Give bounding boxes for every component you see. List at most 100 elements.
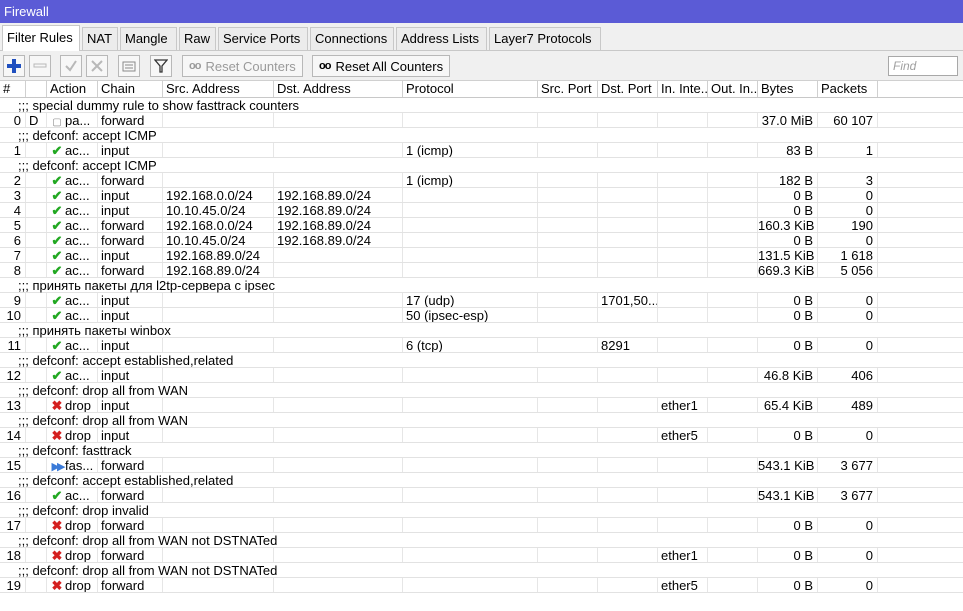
tab-filter-rules[interactable]: Filter Rules bbox=[2, 25, 80, 51]
rule-comment-row[interactable]: ;;; defconf: fasttrack bbox=[0, 443, 963, 458]
tab-mangle[interactable]: Mangle bbox=[120, 27, 177, 50]
table-row[interactable]: 5 ✔ ac... forward 192.168.0.0/24 192.168.89.0… bbox=[0, 218, 963, 233]
enable-button[interactable] bbox=[60, 55, 82, 77]
reset-counters-button[interactable]: oo Reset Counters bbox=[182, 55, 303, 77]
rule-protocol bbox=[403, 428, 538, 442]
table-header: # Action Chain Src. Address Dst. Address… bbox=[0, 81, 963, 98]
table-row[interactable]: 18 ✖ drop forward ether1 0 B0 bbox=[0, 548, 963, 563]
rule-comment-row[interactable]: ;;; принять пакеты для l2tp-сервера с ip… bbox=[0, 278, 963, 293]
table-row[interactable]: 9 ✔ ac... input 17 (udp) 1701,50... 0 B0 bbox=[0, 293, 963, 308]
rule-action: ✔ ac... bbox=[47, 308, 98, 322]
tab-layer7-protocols[interactable]: Layer7 Protocols bbox=[489, 27, 601, 50]
rule-comment-row[interactable]: ;;; defconf: drop all from WAN not DSTNA… bbox=[0, 533, 963, 548]
rule-comment: ;;; defconf: accept established,related bbox=[18, 353, 234, 368]
table-row[interactable]: 16 ✔ ac... forward 543.1 KiB 3 677 bbox=[0, 488, 963, 503]
rule-number: 7 bbox=[0, 248, 26, 262]
rule-chain: forward bbox=[98, 173, 163, 187]
table-row[interactable]: 7 ✔ ac... input 192.168.89.0/24 131.5 KiB 1 61… bbox=[0, 248, 963, 263]
rule-comment-row[interactable]: ;;; defconf: accept ICMP bbox=[0, 158, 963, 173]
rule-flag bbox=[26, 518, 47, 532]
rule-dst-port bbox=[598, 233, 658, 247]
drop-icon: ✖ bbox=[51, 548, 63, 562]
rule-flag bbox=[26, 143, 47, 157]
tab-nat[interactable]: NAT bbox=[82, 27, 118, 50]
column-header-packets[interactable]: Packets bbox=[818, 81, 878, 97]
rule-comment-row[interactable]: ;;; special dummy rule to show fasttrack… bbox=[0, 98, 963, 113]
rule-chain: input bbox=[98, 368, 163, 382]
column-header-chain[interactable]: Chain bbox=[98, 81, 163, 97]
rule-comment-row[interactable]: ;;; defconf: accept established,related bbox=[0, 473, 963, 488]
table-row[interactable]: 2 ✔ ac... forward 1 (icmp) 182 B3 bbox=[0, 173, 963, 188]
check-icon bbox=[65, 60, 77, 72]
search-input[interactable] bbox=[888, 56, 958, 76]
rule-comment-row[interactable]: ;;; defconf: drop all from WAN bbox=[0, 383, 963, 398]
rule-dst-port bbox=[598, 218, 658, 232]
table-row[interactable]: 19 ✖ drop forward ether5 0 B0 bbox=[0, 578, 963, 593]
disable-button[interactable] bbox=[86, 55, 108, 77]
reset-all-counters-button[interactable]: oo Reset All Counters bbox=[312, 55, 451, 77]
column-header-bytes[interactable]: Bytes bbox=[758, 81, 818, 97]
remove-button[interactable] bbox=[29, 55, 51, 77]
rule-action-label: ac... bbox=[65, 488, 90, 502]
rule-number: 17 bbox=[0, 518, 26, 532]
column-header-dst-port[interactable]: Dst. Port bbox=[598, 81, 658, 97]
table-row[interactable]: 13 ✖ drop input ether1 65.4 KiB 489 bbox=[0, 398, 963, 413]
table-row[interactable]: 8 ✔ ac... forward 192.168.89.0/24 669.3 KiB 5 … bbox=[0, 263, 963, 278]
drop-icon: ✖ bbox=[51, 398, 63, 412]
rule-comment-row[interactable]: ;;; defconf: drop all from WAN not DSTNA… bbox=[0, 563, 963, 578]
column-header-out-interface[interactable]: Out. In... bbox=[708, 81, 758, 97]
passthrough-icon: ▢ bbox=[52, 117, 62, 127]
rule-comment-row[interactable]: ;;; defconf: drop invalid bbox=[0, 503, 963, 518]
rule-bytes: 0 B bbox=[758, 578, 818, 592]
filter-button[interactable] bbox=[150, 55, 172, 77]
tab-raw[interactable]: Raw bbox=[179, 27, 216, 50]
rule-dst-address bbox=[274, 398, 403, 412]
rule-flag bbox=[26, 338, 47, 352]
column-header-protocol[interactable]: Protocol bbox=[403, 81, 538, 97]
rule-comment: ;;; defconf: drop all from WAN not DSTNA… bbox=[18, 563, 278, 578]
accept-icon: ✔ bbox=[51, 218, 63, 232]
column-header-src-address[interactable]: Src. Address bbox=[163, 81, 274, 97]
table-row[interactable]: 3 ✔ ac... input 192.168.0.0/24 192.168.89.0/2… bbox=[0, 188, 963, 203]
rule-comment-row[interactable]: ;;; defconf: accept established,related bbox=[0, 353, 963, 368]
rule-number: 18 bbox=[0, 548, 26, 562]
table-row[interactable]: 0 D ▢ pa... forward 37.0 MiB 60 107 bbox=[0, 113, 963, 128]
table-row[interactable]: 15 ▶▶ fas... forward 543.1 KiB 3 677 bbox=[0, 458, 963, 473]
accept-icon: ✔ bbox=[51, 173, 63, 187]
column-header-src-port[interactable]: Src. Port bbox=[538, 81, 598, 97]
column-header-in-interface[interactable]: In. Inte... bbox=[658, 81, 708, 97]
rule-action-label: ac... bbox=[65, 338, 90, 352]
column-header-action[interactable]: Action bbox=[47, 81, 98, 97]
comment-button[interactable] bbox=[118, 55, 140, 77]
rule-number: 14 bbox=[0, 428, 26, 442]
rule-in-interface bbox=[658, 143, 708, 157]
rule-bytes: 0 B bbox=[758, 308, 818, 322]
tab-address-lists[interactable]: Address Lists bbox=[396, 27, 487, 50]
table-row[interactable]: 4 ✔ ac... input 10.10.45.0/24 192.168.89.0/24… bbox=[0, 203, 963, 218]
rule-comment-row[interactable]: ;;; defconf: drop all from WAN bbox=[0, 413, 963, 428]
column-header-dst-address[interactable]: Dst. Address bbox=[274, 81, 403, 97]
tab-service-ports[interactable]: Service Ports bbox=[218, 27, 308, 50]
rule-src-address bbox=[163, 578, 274, 592]
table-row[interactable]: 10 ✔ ac... input 50 (ipsec-esp) 0 B0 bbox=[0, 308, 963, 323]
table-row[interactable]: 11 ✔ ac... input 6 (tcp) 8291 0 B0 bbox=[0, 338, 963, 353]
rule-dst-address bbox=[274, 518, 403, 532]
tab-connections[interactable]: Connections bbox=[310, 27, 394, 50]
column-header-flags[interactable] bbox=[26, 81, 47, 97]
rule-dst-port: 8291 bbox=[598, 338, 658, 352]
add-button[interactable] bbox=[3, 55, 25, 77]
rule-action: ✔ ac... bbox=[47, 338, 98, 352]
rule-comment-row[interactable]: ;;; defconf: accept ICMP bbox=[0, 128, 963, 143]
table-row[interactable]: 17 ✖ drop forward 0 B0 bbox=[0, 518, 963, 533]
table-row[interactable]: 14 ✖ drop input ether5 0 B0 bbox=[0, 428, 963, 443]
table-row[interactable]: 12 ✔ ac... input 46.8 KiB 406 bbox=[0, 368, 963, 383]
table-row[interactable]: 1 ✔ ac... input 1 (icmp) 83 B1 bbox=[0, 143, 963, 158]
rule-in-interface bbox=[658, 308, 708, 322]
rule-comment-row[interactable]: ;;; принять пакеты winbox bbox=[0, 323, 963, 338]
rule-flag: D bbox=[26, 113, 47, 127]
rule-out-interface bbox=[708, 293, 758, 307]
table-row[interactable]: 6 ✔ ac... forward 10.10.45.0/24 192.168.89.0/… bbox=[0, 233, 963, 248]
column-header-number[interactable]: # bbox=[0, 81, 26, 97]
accept-icon: ✔ bbox=[51, 263, 63, 277]
rule-action-label: drop bbox=[65, 578, 92, 592]
